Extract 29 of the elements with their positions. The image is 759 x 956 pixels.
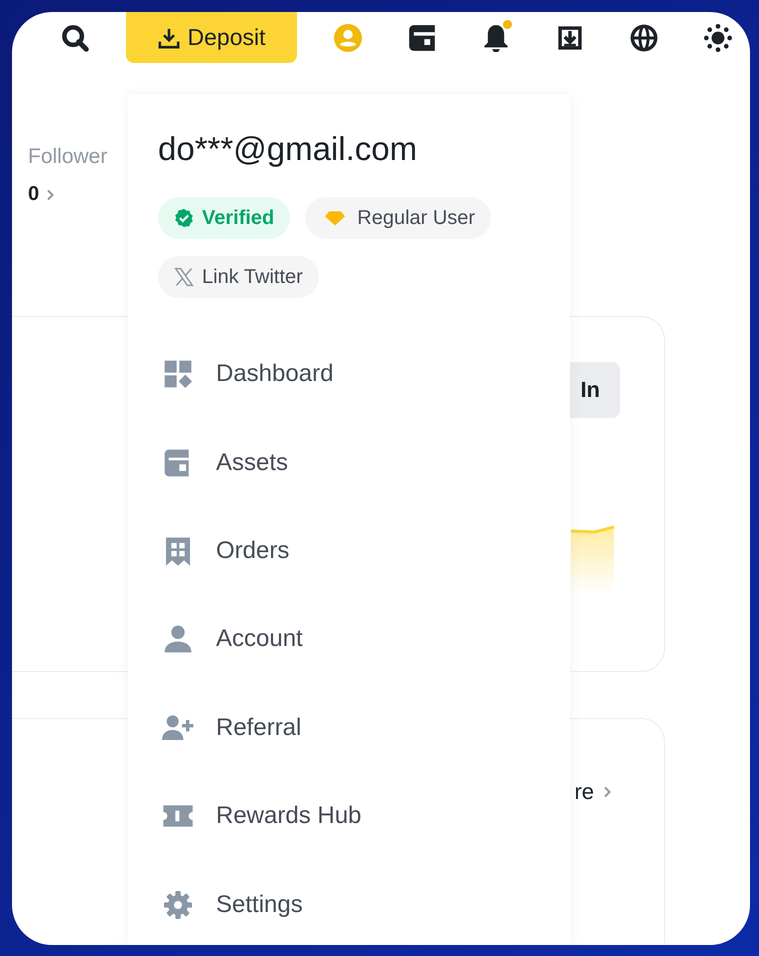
bell-icon[interactable] [482,24,510,52]
link-twitter-button[interactable]: Link Twitter [158,256,319,298]
deposit-button[interactable]: Deposit [126,12,297,63]
verified-badge: Verified [158,197,290,239]
download-icon[interactable] [556,24,584,52]
user-tier-badge: Regular User [305,197,492,239]
more-link[interactable]: re [574,779,594,805]
chevron-icon[interactable] [45,188,56,200]
menu-item[interactable]: Assets [158,418,540,507]
settings-icon [162,888,194,921]
wallet-icon[interactable] [408,24,436,52]
globe-icon[interactable] [630,24,658,52]
x-logo-icon [174,267,194,287]
person-icon [162,623,194,656]
dashboard-icon [162,358,194,390]
followers-label: Follower [28,145,108,169]
menu-item[interactable]: Orders [158,506,540,596]
menu-item[interactable]: Referral [158,684,540,772]
menu-item[interactable]: Dashboard [158,330,540,418]
account-email: do***@gmail.com [158,129,418,169]
menu-item[interactable]: Account [158,595,540,684]
chevron-icon[interactable] [602,786,612,798]
verified-check-icon [174,208,194,228]
theme-icon[interactable] [704,24,732,52]
search-icon[interactable] [60,22,90,52]
followers-count[interactable]: 0 [28,183,40,206]
menu-item[interactable]: Settings [158,860,540,945]
download-icon [158,26,180,48]
menu-item[interactable]: Rewards Hub [158,772,540,860]
